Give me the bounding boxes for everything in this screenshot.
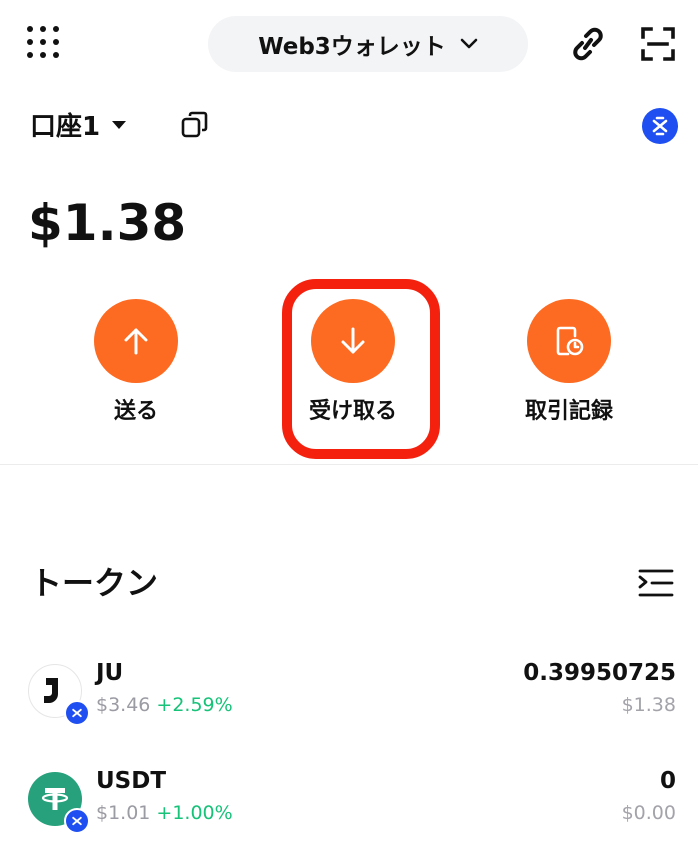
network-badge-icon [64, 700, 90, 726]
network-badge-icon [64, 808, 90, 834]
token-value: $1.38 [621, 694, 676, 716]
send-label: 送る [113, 399, 158, 424]
token-change: +1.00% [156, 802, 233, 824]
wallet-selector[interactable]: Web3ウォレット [208, 16, 528, 72]
total-balance: $1.38 [28, 194, 187, 252]
section-divider [0, 464, 698, 465]
caret-down-icon [112, 120, 127, 129]
account-name: 口座1 [30, 112, 101, 142]
link-icon[interactable] [568, 24, 608, 64]
token-value: $0.00 [621, 802, 676, 824]
grid-menu-icon[interactable] [27, 26, 61, 60]
token-symbol: JU [96, 660, 124, 686]
copy-icon[interactable] [180, 110, 210, 140]
token-price-line: $3.46 +2.59% [96, 694, 233, 716]
token-symbol: USDT [96, 768, 167, 794]
receive-button[interactable]: 受け取る [268, 299, 438, 425]
history-icon [556, 326, 584, 356]
history-label: 取引記録 [524, 399, 613, 424]
arrow-up-icon [124, 328, 148, 355]
token-row-ju[interactable]: JU $3.46 +2.59% 0.39950725 $1.38 [0, 660, 698, 738]
chevron-down-icon [460, 38, 478, 49]
network-logo-icon [652, 116, 668, 136]
token-row-usdt[interactable]: USDT $1.01 +1.00% 0 $0.00 [0, 768, 698, 846]
history-circle [527, 299, 611, 383]
token-amount: 0 [659, 768, 676, 794]
wallet-selector-label: Web3ウォレット [258, 34, 446, 60]
filter-list-icon[interactable] [636, 566, 676, 600]
token-change: +2.59% [156, 694, 233, 716]
network-badge-icon[interactable] [642, 108, 678, 144]
account-selector[interactable]: 口座1 [30, 106, 128, 143]
send-button[interactable]: 送る [51, 299, 221, 425]
token-price-line: $1.01 +1.00% [96, 802, 233, 824]
history-button[interactable]: 取引記録 [484, 299, 654, 425]
token-price: $3.46 [96, 694, 151, 716]
receive-label: 受け取る [308, 399, 397, 424]
scan-icon[interactable] [638, 24, 678, 64]
token-amount: 0.39950725 [523, 660, 676, 686]
tokens-title: トークン [30, 564, 159, 602]
receive-circle [311, 299, 395, 383]
send-circle [94, 299, 178, 383]
token-price: $1.01 [96, 802, 151, 824]
arrow-down-icon [341, 327, 365, 354]
